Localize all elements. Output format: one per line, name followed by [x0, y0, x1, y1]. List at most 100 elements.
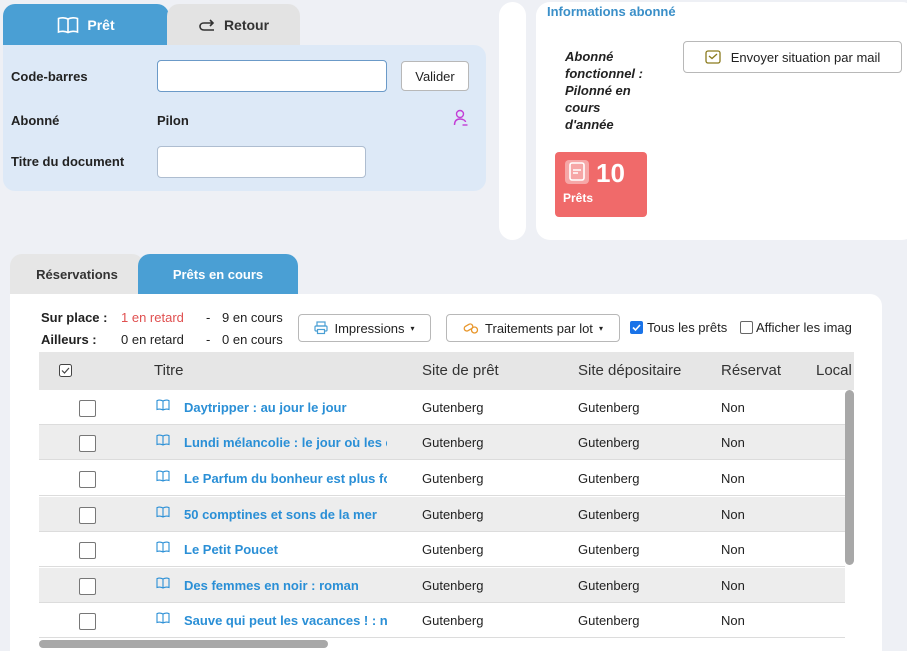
sur-place-current: 9 en cours	[222, 310, 283, 325]
row-checkbox[interactable]	[79, 471, 96, 488]
row-checkbox[interactable]	[79, 400, 96, 417]
tab-reservations[interactable]: Réservations	[10, 254, 144, 294]
row-title-link[interactable]: Le Parfum du bonheur est plus fo	[184, 461, 387, 496]
row-site-depositaire: Gutenberg	[578, 400, 640, 415]
row-title-link[interactable]: Daytripper : au jour le jour	[184, 390, 387, 425]
mail-icon	[705, 50, 721, 64]
tab-prets-en-cours[interactable]: Prêts en cours	[138, 254, 298, 294]
afficher-images-checkbox[interactable]	[740, 321, 753, 334]
book-icon	[156, 612, 170, 624]
table-row[interactable]: Le Petit Poucet Gutenberg Gutenberg Non	[39, 532, 845, 567]
row-title-link[interactable]: Sauve qui peut les vacances ! : no	[184, 603, 387, 638]
row-site-pret: Gutenberg	[422, 471, 484, 486]
column-header-localisation[interactable]: Local	[816, 352, 852, 390]
separator: -	[206, 332, 211, 347]
ailleurs-late: 0 en retard	[121, 332, 184, 347]
separator: -	[206, 310, 211, 325]
table-row[interactable]: Des femmes en noir : roman Gutenberg Gut…	[39, 568, 845, 603]
row-checkbox[interactable]	[79, 542, 96, 559]
row-reservation: Non	[721, 507, 745, 522]
row-reservation: Non	[721, 578, 745, 593]
status-line: fonctionnel :	[565, 66, 643, 81]
book-icon	[156, 506, 170, 518]
row-site-pret: Gutenberg	[422, 400, 484, 415]
select-all-checkbox[interactable]	[59, 364, 72, 377]
status-line: d'année	[565, 117, 614, 132]
tab-pret[interactable]: Prêt	[3, 4, 169, 45]
row-site-depositaire: Gutenberg	[578, 542, 640, 557]
row-site-pret: Gutenberg	[422, 435, 484, 450]
barcode-input[interactable]	[157, 60, 387, 92]
ailleurs-label: Ailleurs :	[41, 332, 97, 347]
row-checkbox[interactable]	[79, 578, 96, 595]
titre-input[interactable]	[157, 146, 366, 178]
book-icon	[156, 541, 170, 553]
row-site-depositaire: Gutenberg	[578, 578, 640, 593]
status-line: cours	[565, 100, 601, 115]
traitements-label: Traitements par lot	[485, 320, 593, 336]
impressions-dropdown[interactable]: Impressions ▾	[298, 314, 431, 342]
book-icon	[156, 434, 170, 446]
traitements-dropdown[interactable]: Traitements par lot ▾	[446, 314, 620, 342]
titre-label: Titre du document	[11, 154, 125, 169]
column-header-site-pret[interactable]: Site de prêt	[422, 352, 499, 390]
row-site-depositaire: Gutenberg	[578, 435, 640, 450]
column-header-reservation[interactable]: Réservat	[721, 352, 781, 390]
sur-place-label: Sur place :	[41, 310, 108, 325]
impressions-label: Impressions	[334, 320, 405, 336]
column-header-titre[interactable]: Titre	[154, 352, 183, 390]
book-open-icon	[57, 16, 79, 34]
loans-tile[interactable]: 10 Prêts	[555, 152, 647, 217]
printer-icon	[314, 321, 329, 335]
user-remove-icon[interactable]	[453, 109, 469, 127]
row-site-depositaire: Gutenberg	[578, 471, 640, 486]
abonne-value: Pilon	[157, 113, 189, 128]
table-row[interactable]: Le Parfum du bonheur est plus fo Gutenbe…	[39, 461, 845, 496]
return-arrow-icon	[198, 17, 216, 33]
loans-label: Prêts	[563, 191, 594, 205]
table-row[interactable]: 50 comptines et sons de la mer Gutenberg…	[39, 497, 845, 532]
tab-pret-label: Prêt	[87, 16, 115, 33]
vertical-scrollbar[interactable]	[845, 390, 854, 565]
row-checkbox[interactable]	[79, 435, 96, 452]
status-line: Pilonné en	[565, 83, 631, 98]
send-email-label: Envoyer situation par mail	[730, 49, 881, 65]
row-title-link[interactable]: Le Petit Poucet	[184, 532, 387, 567]
tab-retour[interactable]: Retour	[167, 4, 300, 45]
row-site-pret: Gutenberg	[422, 613, 484, 628]
caret-down-icon: ▾	[598, 323, 603, 333]
table-row[interactable]: Sauve qui peut les vacances ! : no Guten…	[39, 603, 845, 638]
row-reservation: Non	[721, 471, 745, 486]
row-reservation: Non	[721, 435, 745, 450]
row-title-link[interactable]: 50 comptines et sons de la mer	[184, 497, 387, 532]
row-title-link[interactable]: Des femmes en noir : roman	[184, 568, 387, 603]
row-checkbox[interactable]	[79, 613, 96, 630]
send-email-button[interactable]: Envoyer situation par mail	[683, 41, 902, 73]
grid-header: Titre Site de prêt Site dépositaire Rése…	[39, 352, 854, 390]
book-icon	[156, 399, 170, 411]
horizontal-scrollbar[interactable]	[39, 640, 328, 648]
valider-button-label: Valider	[415, 68, 455, 84]
barcode-label: Code-barres	[11, 69, 88, 84]
valider-button[interactable]: Valider	[401, 61, 469, 91]
row-site-depositaire: Gutenberg	[578, 507, 640, 522]
tous-les-prets-checkbox[interactable]	[630, 321, 643, 334]
tab-prets-en-cours-label: Prêts en cours	[172, 266, 264, 282]
info-header: Informations abonné	[547, 4, 676, 19]
column-header-site-depositaire[interactable]: Site dépositaire	[578, 352, 681, 390]
loan-document-icon	[564, 159, 590, 185]
tous-les-prets-label: Tous les prêts	[647, 320, 728, 335]
tab-retour-label: Retour	[223, 16, 270, 33]
row-reservation: Non	[721, 542, 745, 557]
row-site-pret: Gutenberg	[422, 578, 484, 593]
loans-count: 10	[596, 158, 625, 188]
row-title-link[interactable]: Lundi mélancolie : le jour où les e	[184, 425, 387, 460]
row-checkbox[interactable]	[79, 507, 96, 524]
row-reservation: Non	[721, 613, 745, 628]
table-row[interactable]: Lundi mélancolie : le jour où les e Gute…	[39, 425, 845, 460]
afficher-images-label: Afficher les imag	[756, 320, 852, 335]
side-strip	[499, 2, 526, 240]
table-row[interactable]: Daytripper : au jour le jour Gutenberg G…	[39, 390, 845, 425]
tab-reservations-label: Réservations	[36, 266, 118, 282]
book-icon	[156, 577, 170, 589]
